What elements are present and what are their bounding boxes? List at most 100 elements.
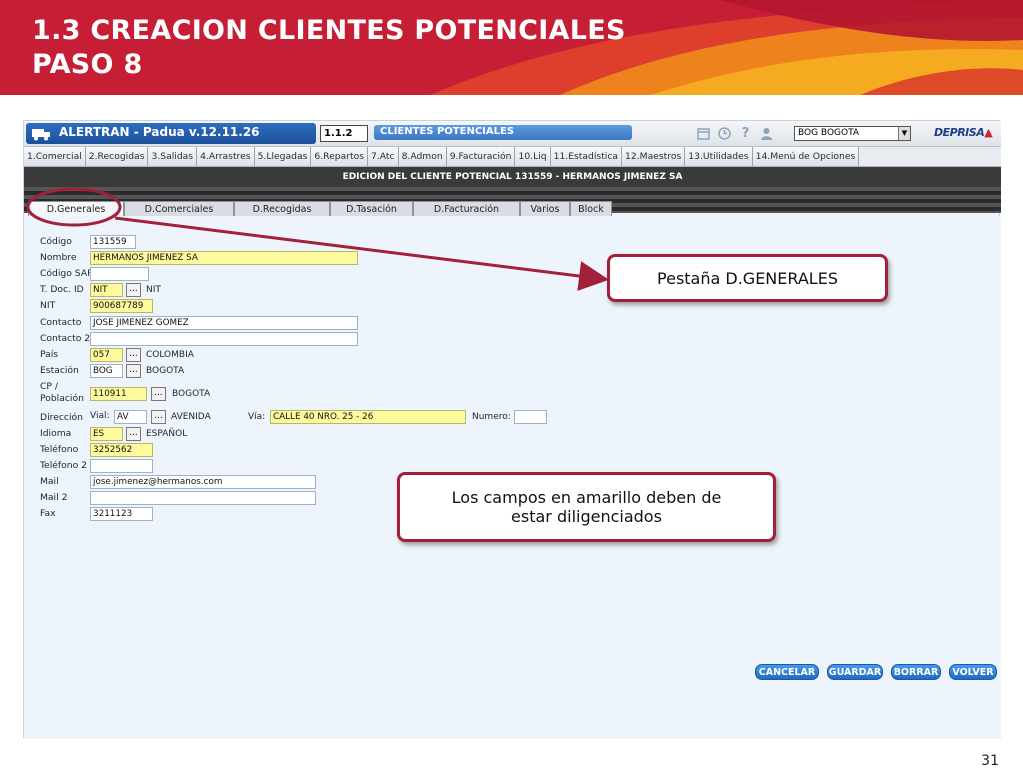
nombre-label: Nombre [40,252,77,263]
tdoc-lookup-button[interactable]: ... [126,283,141,297]
menu-item-maestros[interactable]: 12.Maestros [622,147,686,166]
numero-label: Numero: [472,412,511,422]
delete-button[interactable]: BORRAR [891,664,941,680]
menu-item-llegadas[interactable]: 5.Llegadas [254,147,312,166]
idioma-field[interactable]: ES [90,427,123,441]
via-field[interactable]: CALLE 40 NRO. 25 - 26 [270,410,466,424]
idioma-lookup-button[interactable]: ... [126,427,141,441]
yellow-callout-line1: Los campos en amarillo deben de [451,488,722,507]
cancel-button[interactable]: CANCELAR [755,664,819,680]
title-banner: 1.3 CREACION CLIENTES POTENCIALES PASO 8 [0,0,1023,95]
tab-d-facturacion[interactable]: D.Facturación [413,201,520,216]
tab-strip: D.Generales D.Comerciales D.Recogidas D.… [28,201,612,216]
page-number: 31 [981,753,999,769]
pais-description: COLOMBIA [146,350,194,360]
telefono-field[interactable]: 3252562 [90,443,153,457]
help-icon[interactable]: ? [738,126,753,141]
chevron-down-icon[interactable]: ▼ [898,127,910,140]
menu-item-comercial[interactable]: 1.Comercial [24,147,86,166]
idioma-label: Idioma [40,428,72,439]
pais-label: País [40,349,59,360]
menu-item-utilidades[interactable]: 13.Utilidades [685,147,753,166]
yellow-fields-callout: Los campos en amarillo deben de estar di… [397,472,776,542]
menu-item-admon[interactable]: 8.Admon [398,147,447,166]
numero-field[interactable] [514,410,547,424]
vial-description: AVENIDA [171,412,211,422]
menu-item-atc[interactable]: 7.Atc [368,147,399,166]
user-icon[interactable] [759,126,774,141]
nombre-field[interactable]: HERMANOS JIMENEZ SA [90,251,358,265]
idioma-description: ESPAÑOL [146,429,188,439]
mail2-label: Mail 2 [40,492,68,503]
codigo-sap-field[interactable] [90,267,149,281]
menu-item-recogidas[interactable]: 2.Recogidas [85,147,149,166]
codigo-label: Código [40,236,72,247]
via-label: Vía: [248,412,266,422]
contacto-field[interactable]: JOSE JIMENEZ GOMEZ [90,316,358,330]
office-select[interactable]: BOG BOGOTA ▼ [794,126,911,141]
estacion-lookup-button[interactable]: ... [126,364,141,378]
page-title: 1.3 CREACION CLIENTES POTENCIALES PASO 8 [32,14,626,82]
cp-lookup-button[interactable]: ... [151,387,166,401]
cp-label-line2: Población [40,393,84,404]
tdoc-description: NIT [146,285,161,295]
fax-label: Fax [40,508,56,519]
telefono2-label: Teléfono 2 [40,460,87,471]
estacion-label: Estación [40,365,79,376]
fax-field[interactable]: 3211123 [90,507,153,521]
contacto2-label: Contacto 2 [40,333,91,344]
nit-field[interactable]: 900687789 [90,299,153,313]
back-button[interactable]: VOLVER [949,664,997,680]
menu-item-facturacion[interactable]: 9.Facturación [446,147,516,166]
module-code-input[interactable]: 1.1.2 [320,125,368,142]
codigo-sap-label: Código SAP [40,268,93,279]
menu-item-estadistica[interactable]: 11.Estadística [550,147,623,166]
clock-icon[interactable] [717,126,732,141]
brand-logo: DEPRISA▲ [934,126,993,139]
slide: 1.3 CREACION CLIENTES POTENCIALES PASO 8… [0,0,1023,783]
tab-block[interactable]: Block [570,201,612,216]
estacion-field[interactable]: BOG [90,364,123,378]
tdoc-label: T. Doc. ID [40,284,84,295]
telefono-label: Teléfono [40,444,79,455]
cp-field[interactable]: 110911 [90,387,147,401]
estacion-description: BOGOTA [146,366,185,376]
cp-label-line1: CP / [40,381,58,392]
module-name: CLIENTES POTENCIALES [374,125,632,140]
menu-item-opciones[interactable]: 14.Menú de Opciones [752,147,860,166]
mail-field[interactable]: jose.jimenez@hermanos.com [90,475,316,489]
tab-d-recogidas[interactable]: D.Recogidas [234,201,330,216]
vial-label: Vial: [90,411,110,421]
tab-d-generales[interactable]: D.Generales [28,201,124,216]
menu-item-arrastres[interactable]: 4.Arrastres [197,147,255,166]
tab-d-tasacion[interactable]: D.Tasación [330,201,413,216]
app-titlebar: ALERTRAN - Padua v.12.11.26 1.1.2 CLIENT… [24,121,1001,147]
yellow-callout-line2: estar diligenciados [511,507,662,526]
tab-callout: Pestaña D.GENERALES [607,254,888,302]
tdoc-field[interactable]: NIT [90,283,123,297]
tab-callout-text: Pestaña D.GENERALES [657,268,838,288]
mail2-field[interactable] [90,491,316,505]
vial-field[interactable]: AV [114,410,147,424]
codigo-field[interactable]: 131559 [90,235,136,249]
app-window: ALERTRAN - Padua v.12.11.26 1.1.2 CLIENT… [23,120,1001,739]
calendar-icon[interactable] [696,126,711,141]
telefono2-field[interactable] [90,459,153,473]
menu-filler [859,147,1001,166]
menu-item-salidas[interactable]: 3.Salidas [148,147,198,166]
app-name-box: ALERTRAN - Padua v.12.11.26 [26,123,316,144]
truck-icon [32,129,50,141]
contacto2-field[interactable] [90,332,358,346]
cp-description: BOGOTA [172,389,211,399]
pais-field[interactable]: 057 [90,348,123,362]
pais-lookup-button[interactable]: ... [126,348,141,362]
tab-d-comerciales[interactable]: D.Comerciales [124,201,234,216]
office-select-value: BOG BOGOTA [798,128,860,138]
menu-item-liq[interactable]: 10.Liq [515,147,551,166]
brand-triangle-icon: ▲ [984,126,993,139]
menu-item-repartos[interactable]: 6.Repartos [311,147,369,166]
save-button[interactable]: GUARDAR [827,664,883,680]
vial-lookup-button[interactable]: ... [151,410,166,424]
brand-name: DEPRISA [934,126,985,139]
tab-varios[interactable]: Varios [520,201,570,216]
